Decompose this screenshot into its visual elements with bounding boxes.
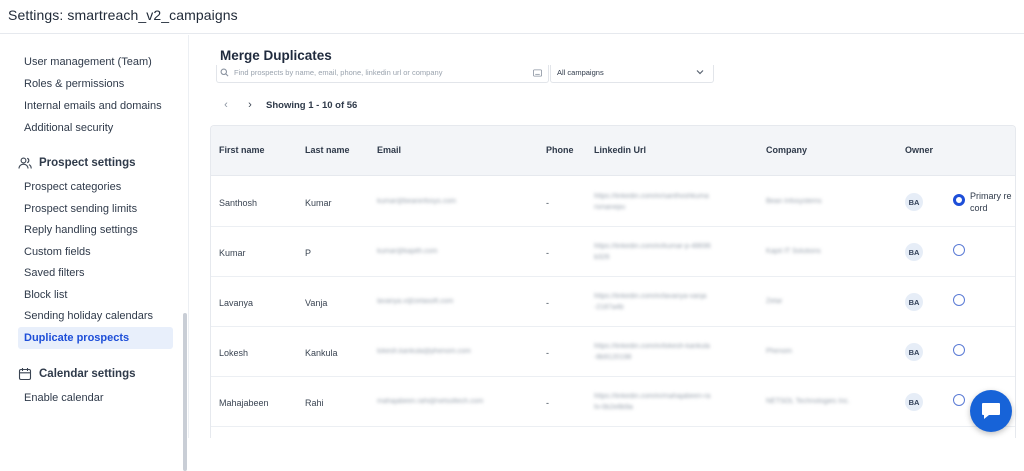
chevron-right-icon[interactable]: › (240, 98, 260, 112)
primary-record-radio[interactable] (953, 194, 965, 206)
sidebar-item-duplicate-prospects[interactable]: Duplicate prospects (24, 332, 129, 344)
users-icon (18, 156, 32, 170)
search-placeholder: Find prospects by name, email, phone, li… (234, 68, 443, 77)
chat-bubble-icon (982, 403, 1000, 419)
sidebar-item-user-management[interactable]: User management (Team) (24, 56, 152, 68)
sidebar-scrollbar[interactable] (183, 313, 187, 471)
primary-record-label: Primary record (970, 191, 1012, 213)
cell-last-name: Kumar (305, 198, 332, 208)
cell-email: kumar@beaninfosys.com (377, 198, 457, 205)
sidebar-item-roles-permissions[interactable]: Roles & permissions (24, 78, 124, 90)
search-icon (220, 68, 229, 77)
primary-record-radio[interactable] (953, 244, 965, 256)
sidebar-item-prospect-sending-limits[interactable]: Prospect sending limits (24, 203, 137, 215)
column-company: Company (766, 145, 808, 155)
sidebar-section-label: Calendar settings (39, 368, 136, 380)
sidebar-section-prospect-settings: Prospect settings (18, 156, 136, 170)
main-content: Merge Duplicates Find prospects by name,… (190, 35, 1024, 438)
cell-company: Kapit IT Solutions (766, 248, 821, 255)
sidebar-item-block-list[interactable]: Block list (24, 289, 67, 301)
column-email: Email (377, 145, 402, 155)
owner-avatar: BA (905, 343, 923, 361)
cell-linkedin-line1[interactable]: https://linkedin.com/in/lokesh-kankula (594, 342, 710, 352)
cell-linkedin-line2[interactable]: b326 (594, 253, 610, 263)
primary-record-radio[interactable] (953, 344, 965, 356)
pagination-showing: Showing 1 - 10 of 56 (266, 99, 358, 111)
column-owner: Owner (905, 145, 934, 155)
cell-phone: - (546, 398, 549, 408)
column-phone: Phone (546, 145, 574, 155)
chevron-down-icon (696, 70, 704, 75)
cell-first-name: Kumar (219, 248, 246, 258)
cell-company: Bean Infosystems (766, 198, 822, 205)
owner-avatar: BA (905, 193, 923, 211)
cell-phone: - (546, 248, 549, 258)
cell-phone: - (546, 348, 549, 358)
owner-avatar: BA (905, 393, 923, 411)
sidebar-section-calendar-settings: Calendar settings (18, 367, 136, 381)
cell-linkedin-line2[interactable]: -2187a4b (594, 303, 624, 313)
sidebar-item-reply-handling[interactable]: Reply handling settings (24, 224, 138, 236)
cell-linkedin-line1[interactable]: https://linkedin.com/in/lavanya-vanja (594, 292, 706, 302)
cell-linkedin-line1[interactable]: https://linkedin.com/in/mahajabeen-ra (594, 392, 710, 402)
owner-avatar: BA (905, 243, 923, 261)
cell-linkedin-line1[interactable]: https://linkedin.com/in/kumar-p-48696 (594, 242, 711, 252)
chevron-left-icon[interactable]: ‹ (216, 98, 236, 112)
cell-last-name: Kankula (305, 348, 338, 358)
sidebar-item-internal-emails[interactable]: Internal emails and domains (24, 100, 162, 112)
cell-phone: - (546, 198, 549, 208)
cell-last-name: Vanja (305, 298, 328, 308)
cell-linkedin-line2[interactable]: -8b9120198 (594, 353, 631, 363)
primary-record-radio[interactable] (953, 294, 965, 306)
table-row: Lavanya Vanja lavanya.v@zetasoft.com - h… (211, 277, 1015, 327)
campaign-filter-value: All campaigns (557, 68, 604, 77)
column-last-name: Last name (305, 145, 350, 155)
cell-company: Phenom (766, 348, 793, 355)
cell-email: lokesh.kankula@phenom.com (377, 348, 471, 355)
cell-company: NETSOL Technologies Inc. (766, 398, 850, 405)
keyboard-icon[interactable] (533, 69, 542, 77)
pagination: ‹ › Showing 1 - 10 of 56 (216, 98, 357, 112)
sidebar-item-prospect-categories[interactable]: Prospect categories (24, 181, 121, 193)
cell-email: mahajabeen.rahi@netsoltech.com (377, 398, 484, 405)
cell-last-name: Rahi (305, 398, 324, 408)
cell-phone: - (546, 298, 549, 308)
settings-sidebar: User management (Team) Roles & permissio… (0, 35, 189, 471)
cell-first-name: Santhosh (219, 198, 258, 208)
cell-email: kumar@kapith.com (377, 248, 438, 255)
cell-linkedin-line2[interactable]: hi-0b2e8b9a (594, 403, 633, 413)
sidebar-item-additional-security[interactable]: Additional security (24, 122, 113, 134)
campaign-filter-select[interactable]: All campaigns (550, 65, 714, 83)
cell-linkedin-line1[interactable]: https://linkedin.com/in/santhoshkuma (594, 192, 709, 202)
sidebar-item-enable-calendar[interactable]: Enable calendar (24, 392, 104, 404)
chat-widget-button[interactable] (970, 390, 1012, 432)
column-first-name: First name (219, 145, 265, 155)
sidebar-item-holiday-calendars[interactable]: Sending holiday calendars (24, 310, 153, 322)
cell-company: Zetar (766, 298, 783, 305)
page-title: Merge Duplicates (220, 48, 332, 63)
cell-first-name: Lokesh (219, 348, 249, 358)
page-header-title: Settings: smartreach_v2_campaigns (8, 7, 238, 23)
cell-email: lavanya.v@zetasoft.com (377, 298, 454, 305)
table-header: First name Last name Email Phone Linkedi… (211, 126, 1015, 176)
table-row: Lokesh Kankula lokesh.kankula@phenom.com… (211, 327, 1015, 377)
top-bar: Settings: smartreach_v2_campaigns (0, 0, 1024, 34)
primary-record-radio[interactable] (953, 394, 965, 406)
calendar-icon (18, 367, 32, 381)
cell-linkedin-line2[interactable]: rsmanepu (594, 203, 625, 213)
search-input[interactable]: Find prospects by name, email, phone, li… (216, 65, 549, 83)
owner-avatar: BA (905, 293, 923, 311)
sidebar-item-saved-filters[interactable]: Saved filters (24, 267, 85, 279)
cell-last-name: P (305, 248, 312, 258)
sidebar-section-label: Prospect settings (39, 157, 136, 169)
sidebar-item-custom-fields[interactable]: Custom fields (24, 246, 91, 258)
table-row: Santhosh Kumar kumar@beaninfosys.com - h… (211, 177, 1015, 227)
cell-first-name: Lavanya (219, 298, 254, 308)
cell-first-name: Mahajabeen (219, 398, 269, 408)
table-row: Mahajabeen Rahi mahajabeen.rahi@netsolte… (211, 377, 1015, 427)
table-row: Kumar P kumar@kapith.com - https://linke… (211, 227, 1015, 277)
column-linkedin-url: Linkedin Url (594, 145, 647, 155)
duplicates-table: First name Last name Email Phone Linkedi… (210, 125, 1016, 438)
